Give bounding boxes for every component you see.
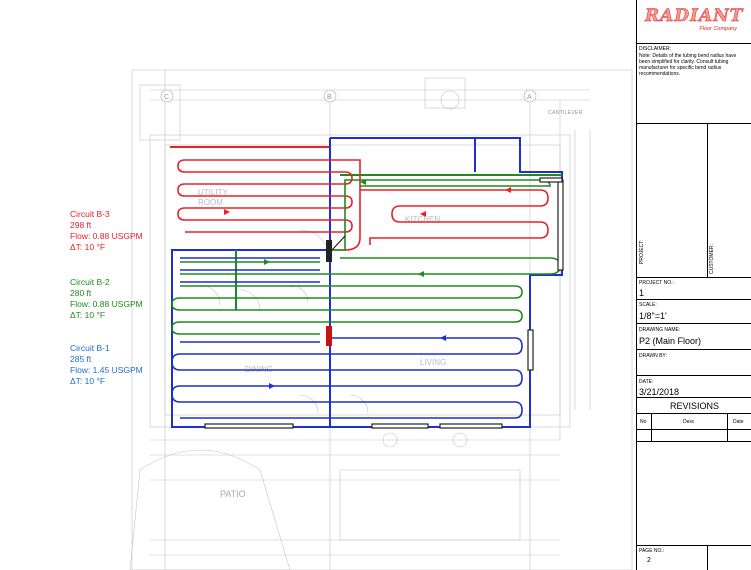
circuit-b3-dt: ΔT: 10 °F: [70, 242, 106, 252]
project-no-cell: PROJECT NO.: 1: [637, 278, 751, 300]
circuit-b1-label: Circuit B-1 285 ft Flow: 1.45 USGPM ΔT: …: [70, 343, 143, 387]
revisions-header-row: No Desc Date: [637, 414, 751, 442]
grid-label-c: C: [164, 94, 169, 101]
disclaimer-label: DISCLAIMER:: [639, 46, 671, 52]
scale-label: SCALE:: [639, 302, 657, 308]
page-no-label: PAGE NO.:: [639, 548, 665, 554]
circuit-b3-length: 298 ft: [70, 220, 92, 230]
circuit-b3-flow: Flow: 0.88 USGPM: [70, 231, 143, 241]
revisions-title-cell: REVISIONS: [637, 398, 751, 414]
date-cell: DATE: 3/21/2018: [637, 376, 751, 398]
circuit-b1-name: Circuit B-1: [70, 343, 110, 353]
circuit-b1-flow: Flow: 1.45 USGPM: [70, 365, 143, 375]
disclaimer-line-4: recommendations.: [639, 71, 681, 77]
room-label-living: LIVING: [420, 358, 446, 367]
date-label: DATE:: [639, 379, 654, 385]
room-label-patio: PATIO: [220, 489, 246, 499]
blank-cell: [637, 442, 751, 546]
scale-cell: SCALE: 1/8"=1': [637, 300, 751, 324]
drawing-name-value: P2 (Main Floor): [639, 336, 702, 346]
project-customer-cell: PROJECT: CUSTOMER:: [637, 124, 751, 278]
drawn-by-cell: DRAWN BY:: [637, 350, 751, 376]
page-no-value: 2: [647, 557, 651, 564]
circuit-b1-length: 285 ft: [70, 354, 92, 364]
logo-name: RADIANT: [645, 6, 744, 27]
circuit-b3-tubing: [177, 159, 549, 251]
drawing-name-cell: DRAWING NAME: P2 (Main Floor): [637, 324, 751, 350]
circuit-b3-label: Circuit B-3 298 ft Flow: 0.88 USGPM ΔT: …: [70, 209, 143, 253]
circuit-b2-name: Circuit B-2: [70, 277, 110, 287]
circuit-b1-dt: ΔT: 10 °F: [70, 376, 106, 386]
title-block: RADIANT Floor Company DISCLAIMER: Note: …: [636, 0, 751, 570]
project-label: PROJECT:: [639, 239, 645, 264]
logo-subtitle: Floor Company: [699, 26, 737, 32]
circuit-b2-dt: ΔT: 10 °F: [70, 310, 106, 320]
revisions-col-desc: Desc: [683, 419, 695, 425]
circuit-b2-tubing: [171, 179, 561, 335]
revisions-col-date: Date: [733, 419, 744, 425]
customer-label: CUSTOMER:: [709, 244, 715, 274]
date-value: 3/21/2018: [639, 387, 680, 397]
revisions-col-no: No: [640, 419, 647, 425]
circuit-b2-flow: Flow: 0.88 USGPM: [70, 299, 143, 309]
circuit-b2-label: Circuit B-2 280 ft Flow: 0.88 USGPM ΔT: …: [70, 277, 143, 321]
drawing-name-label: DRAWING NAME:: [639, 327, 681, 333]
grid-label-a: A: [527, 94, 532, 101]
room-label-room: ROOM: [198, 198, 223, 207]
revisions-title: REVISIONS: [669, 401, 719, 411]
disclaimer-cell: DISCLAIMER: Note: Details of the tubing …: [637, 44, 751, 124]
scale-value: 1/8"=1': [639, 311, 667, 321]
revisions-empty-row: [637, 430, 751, 442]
circuit-b2-length: 280 ft: [70, 288, 92, 298]
drawn-by-label: DRAWN BY:: [639, 353, 667, 359]
page-no-cell: PAGE NO.: 2: [637, 546, 751, 570]
zone-b3-outline: [170, 146, 331, 250]
company-logo: RADIANT Floor Company: [645, 6, 743, 36]
circuit-b3-name: Circuit B-3: [70, 209, 110, 219]
circuit-b1-tubing: [171, 257, 523, 419]
project-no-label: PROJECT NO.:: [639, 280, 674, 286]
cantilever-label: CANTILEVER: [548, 110, 583, 116]
flow-arrows: [224, 179, 511, 389]
logo-cell: RADIANT Floor Company: [637, 0, 751, 44]
architectural-background: [129, 69, 633, 570]
manifold: [326, 235, 346, 346]
project-no-value: 1: [639, 288, 645, 298]
grid-label-b: B: [327, 94, 332, 101]
